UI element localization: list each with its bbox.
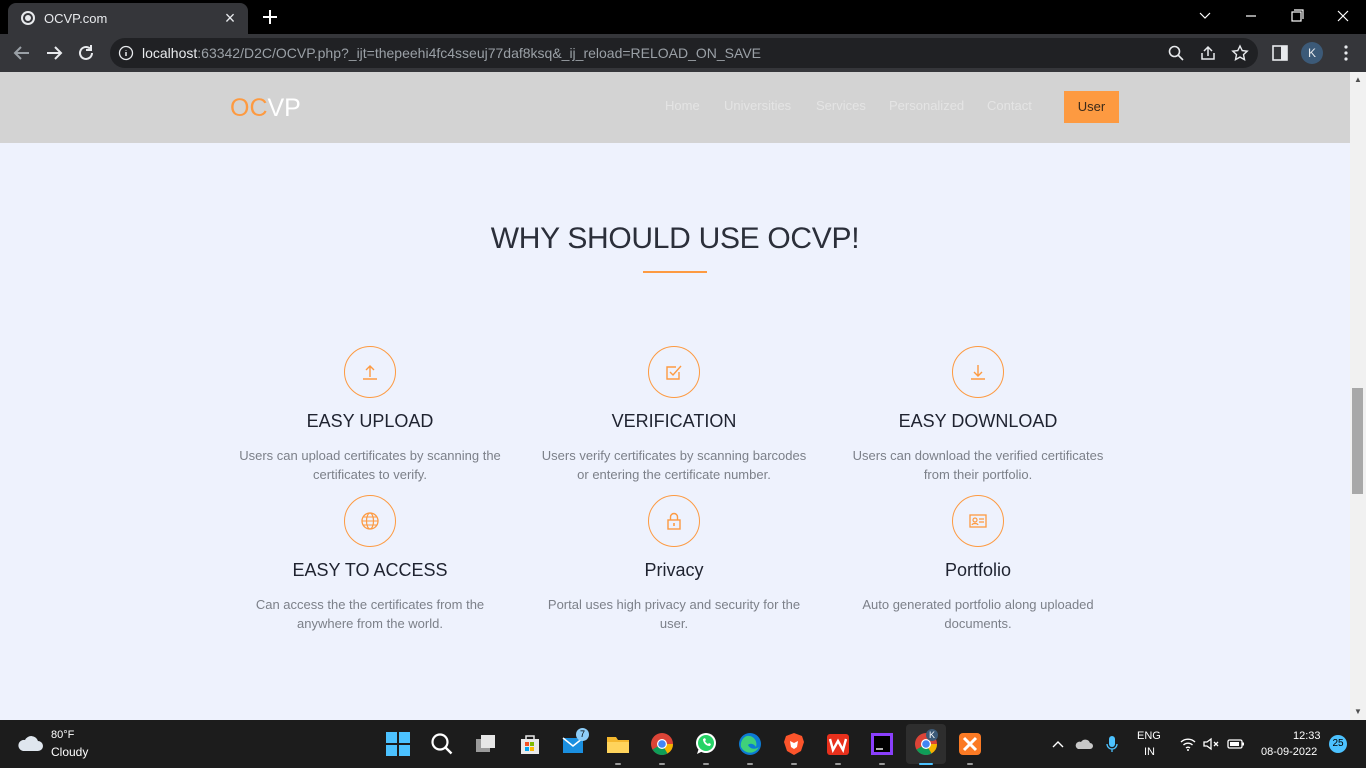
globe-icon (21, 11, 35, 25)
forward-arrow-icon[interactable] (43, 42, 65, 64)
restore-button[interactable] (1283, 4, 1311, 28)
running-indicator (835, 763, 841, 765)
nav-universities[interactable]: Universities (724, 98, 791, 113)
feature-description: Users verify certificates by scanning ba… (541, 448, 807, 482)
search-icon[interactable] (429, 731, 455, 757)
windows-taskbar: 80°F Cloudy 7 K ENG IN 12:33 08-09-2022 … (0, 720, 1366, 768)
running-indicator (703, 763, 709, 765)
nav-contact[interactable]: Contact (987, 98, 1032, 113)
whatsapp-icon[interactable] (693, 731, 719, 757)
back-arrow-icon[interactable] (11, 42, 33, 64)
clock-time[interactable]: 12:33 (1293, 730, 1321, 742)
running-indicator (659, 763, 665, 765)
kebab-menu-icon[interactable] (1336, 43, 1356, 63)
id-card-icon (952, 495, 1004, 547)
chrome-profile-badge: K (926, 729, 938, 741)
user-button[interactable]: User (1064, 91, 1119, 123)
scroll-down-arrow[interactable]: ▼ (1350, 706, 1366, 718)
globe-icon (344, 495, 396, 547)
nav-services[interactable]: Services (816, 98, 866, 113)
xampp-icon[interactable] (957, 731, 983, 757)
site-logo[interactable]: OCVP (230, 94, 301, 123)
clock-date[interactable]: 08-09-2022 (1261, 746, 1317, 758)
feature-title: VERIFICATION (611, 411, 737, 431)
active-indicator (919, 763, 933, 765)
minimize-button[interactable] (1237, 4, 1265, 28)
microphone-icon[interactable] (1104, 734, 1120, 754)
side-panel-icon[interactable] (1270, 43, 1290, 63)
new-tab-button[interactable] (259, 6, 281, 28)
nav-home[interactable]: Home (665, 98, 700, 113)
reload-icon[interactable] (75, 42, 97, 64)
task-view-icon[interactable] (473, 731, 499, 757)
weather-temperature[interactable]: 80°F (51, 729, 74, 741)
title-divider (643, 271, 707, 273)
edge-icon[interactable] (737, 731, 763, 757)
nav-personalized[interactable]: Personalized (889, 98, 964, 113)
feature-title: Privacy (644, 560, 704, 580)
close-icon[interactable]: × (220, 8, 240, 28)
page-viewport: OCVP Home Universities Services Personal… (0, 72, 1350, 720)
browser-tab-bar: OCVP.com × (0, 0, 1366, 34)
chevron-up-icon[interactable] (1050, 736, 1066, 752)
wps-office-icon[interactable] (825, 731, 851, 757)
mail-badge: 7 (576, 728, 589, 741)
windows-start-icon[interactable] (385, 731, 411, 757)
file-explorer-icon[interactable] (605, 731, 631, 757)
scroll-up-arrow[interactable]: ▲ (1350, 74, 1366, 86)
url-text[interactable]: localhost:63342/D2C/OCVP.php?_ijt=thepee… (142, 45, 761, 61)
feature-description: Auto generated portfolio along uploaded d… (862, 597, 1094, 631)
site-header: OCVP Home Universities Services Personal… (0, 72, 1350, 143)
feature-title: EASY TO ACCESS (292, 560, 448, 580)
bookmark-star-icon[interactable] (1231, 44, 1249, 62)
tab-search-icon[interactable] (1191, 4, 1219, 28)
running-indicator (967, 763, 973, 765)
running-indicator (791, 763, 797, 765)
phpstorm-icon[interactable] (869, 731, 895, 757)
scrollbar-thumb[interactable] (1352, 388, 1363, 494)
language-indicator[interactable]: ENG (1137, 730, 1161, 742)
feature-description: Users can upload certificates by scannin… (239, 448, 501, 482)
microsoft-store-icon[interactable] (517, 731, 543, 757)
language-region[interactable]: IN (1144, 746, 1155, 758)
upload-icon (344, 346, 396, 398)
running-indicator (615, 763, 621, 765)
section-title: WHY SHOULD USE OCVP! (490, 222, 860, 255)
speaker-muted-icon[interactable] (1202, 735, 1220, 753)
info-icon[interactable] (118, 45, 134, 61)
weather-condition[interactable]: Cloudy (51, 745, 88, 759)
feature-description: Portal uses high privacy and security fo… (547, 597, 801, 631)
cloud-icon[interactable] (16, 732, 44, 754)
share-icon[interactable] (1199, 44, 1217, 62)
running-indicator (747, 763, 753, 765)
profile-avatar[interactable]: K (1301, 42, 1323, 64)
running-indicator (879, 763, 885, 765)
feature-title: EASY DOWNLOAD (898, 411, 1058, 431)
brave-icon[interactable] (781, 731, 807, 757)
address-bar[interactable]: localhost:63342/D2C/OCVP.php?_ijt=thepee… (110, 38, 1258, 68)
download-icon (952, 346, 1004, 398)
chrome-icon[interactable] (649, 731, 675, 757)
feature-title: Portfolio (944, 560, 1012, 580)
close-window-button[interactable] (1329, 4, 1357, 28)
browser-tab[interactable]: OCVP.com × (8, 3, 248, 34)
lock-icon (648, 495, 700, 547)
onedrive-icon[interactable] (1074, 735, 1094, 753)
browser-toolbar: localhost:63342/D2C/OCVP.php?_ijt=thepee… (0, 34, 1366, 72)
zoom-icon[interactable] (1167, 44, 1185, 62)
check-square-icon (648, 346, 700, 398)
battery-icon[interactable] (1226, 735, 1246, 753)
feature-description: Users can download the verified certific… (852, 448, 1104, 482)
notification-badge[interactable]: 25 (1329, 735, 1347, 753)
tab-title: OCVP.com (44, 11, 108, 26)
feature-description: Can access the the certificates from the… (255, 597, 485, 631)
feature-title: EASY UPLOAD (306, 411, 434, 431)
wifi-icon[interactable] (1179, 735, 1197, 753)
